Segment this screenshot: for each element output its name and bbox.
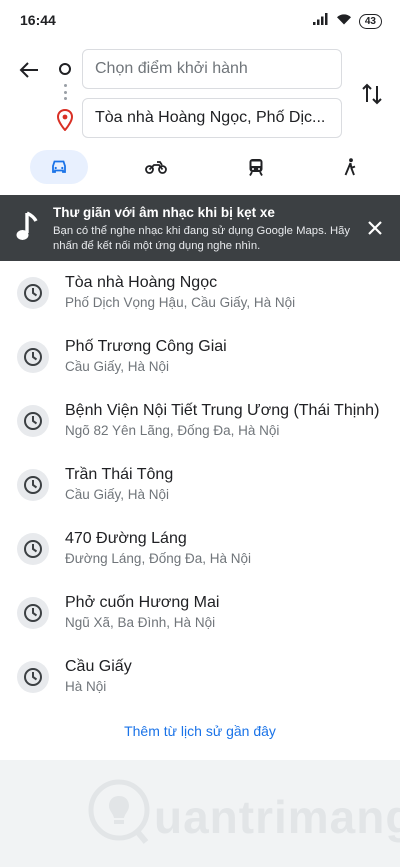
- more-history-link[interactable]: Thêm từ lịch sử gần đây: [0, 723, 400, 739]
- history-item-title: 470 Đường Láng: [65, 530, 187, 547]
- destination-pin-icon: [56, 108, 74, 132]
- clock-icon: [17, 469, 49, 501]
- mode-walk-tab[interactable]: [330, 150, 370, 184]
- route-dots-icon: [63, 84, 67, 100]
- music-banner[interactable]: Thư giãn với âm nhạc khi bị kẹt xe Bạn c…: [0, 195, 400, 261]
- history-item-title: Tòa nhà Hoàng Ngọc: [65, 274, 218, 291]
- watermark: uantrimang: [88, 772, 400, 852]
- walk-icon: [344, 158, 356, 176]
- clock-icon: [17, 405, 49, 437]
- banner-close-button[interactable]: [362, 215, 388, 241]
- car-icon: [52, 160, 66, 173]
- status-bar: 16:44 43: [0, 0, 400, 40]
- history-item-title: Bệnh Viện Nội Tiết Trung Ương (Thái Thịn…: [65, 402, 380, 419]
- music-note-icon: [14, 209, 40, 245]
- close-icon: [368, 221, 382, 235]
- clock-icon: [17, 277, 49, 309]
- swap-icon: [362, 83, 382, 105]
- mode-transit-tab[interactable]: [236, 150, 276, 184]
- history-item-title: Phở cuốn Hương Mai: [65, 594, 220, 611]
- history-item-subtitle: Hà Nội: [65, 679, 107, 694]
- history-item-title: Cầu Giấy: [65, 658, 132, 675]
- directions-panel: Chọn điểm khởi hành Tòa nhà Hoàng Ngọc, …: [0, 40, 400, 195]
- history-item[interactable]: Trần Thái Tông Cầu Giấy, Hà Nội: [0, 453, 400, 517]
- history-item-subtitle: Cầu Giấy, Hà Nội: [65, 359, 170, 374]
- history-item-subtitle: Cầu Giấy, Hà Nội: [65, 487, 170, 502]
- history-item[interactable]: Phở cuốn Hương Mai Ngũ Xã, Ba Đình, Hà N…: [0, 581, 400, 645]
- destination-input[interactable]: Tòa nhà Hoàng Ngọc, Phố Dịc...: [82, 98, 342, 138]
- clock-icon: [17, 533, 49, 565]
- swap-button[interactable]: [358, 80, 386, 108]
- back-arrow-icon: [19, 62, 38, 78]
- watermark-text: uantrimang: [154, 791, 400, 843]
- history-item-title: Trần Thái Tông: [65, 466, 174, 483]
- origin-input[interactable]: Chọn điểm khởi hành: [82, 49, 342, 89]
- origin-marker-icon: [59, 63, 71, 75]
- history-item[interactable]: Tòa nhà Hoàng Ngọc Phố Dịch Vọng Hậu, Cầ…: [0, 261, 400, 325]
- history-item-subtitle: Ngũ Xã, Ba Đình, Hà Nội: [65, 615, 216, 630]
- status-icons: 43: [312, 12, 382, 30]
- banner-title: Thư giãn với âm nhạc khi bị kẹt xe: [53, 205, 275, 220]
- clock-icon: [17, 597, 49, 629]
- history-item[interactable]: Phố Trương Công Giai Cầu Giấy, Hà Nội: [0, 325, 400, 389]
- banner-body: Bạn có thể nghe nhạc khi đang sử dụng Go…: [53, 225, 351, 252]
- motorbike-icon: [145, 161, 167, 174]
- history-item-subtitle: Ngõ 82 Yên Lãng, Đống Đa, Hà Nội: [65, 423, 280, 438]
- back-button[interactable]: [14, 55, 44, 85]
- signal-icon: [312, 12, 329, 30]
- history-item-subtitle: Phố Dịch Vọng Hậu, Cầu Giấy, Hà Nội: [65, 295, 296, 310]
- battery-indicator: 43: [358, 13, 382, 29]
- clock-icon: [17, 341, 49, 373]
- lightbulb-logo-icon: [88, 779, 150, 844]
- history-item[interactable]: Cầu Giấy Hà Nội: [0, 645, 400, 709]
- history-item[interactable]: Bệnh Viện Nội Tiết Trung Ương (Thái Thịn…: [0, 389, 400, 453]
- history-item-title: Phố Trương Công Giai: [65, 338, 227, 355]
- history-item[interactable]: 470 Đường Láng Đường Láng, Đống Đa, Hà N…: [0, 517, 400, 581]
- clock-icon: [17, 661, 49, 693]
- train-icon: [249, 159, 263, 176]
- wifi-icon: [336, 12, 352, 30]
- mode-motorbike-tab[interactable]: [136, 150, 176, 184]
- history-item-subtitle: Đường Láng, Đống Đa, Hà Nội: [65, 551, 251, 566]
- history-list: Tòa nhà Hoàng Ngọc Phố Dịch Vọng Hậu, Cầ…: [0, 261, 400, 760]
- mode-car-tab[interactable]: [30, 150, 88, 184]
- status-time: 16:44: [20, 12, 56, 28]
- travel-modes: [0, 148, 400, 188]
